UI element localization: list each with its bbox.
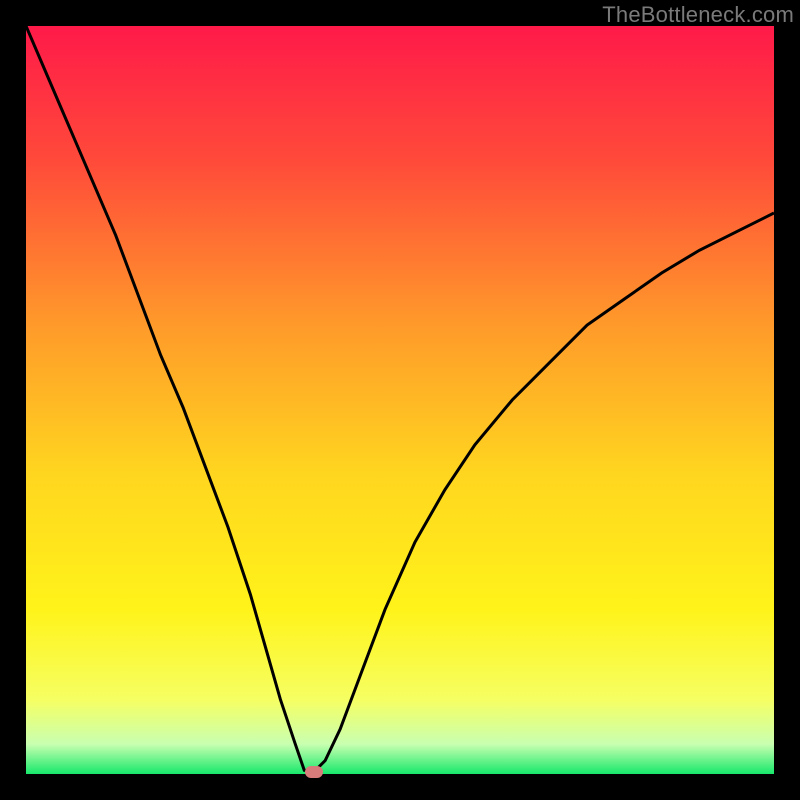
chart-frame xyxy=(26,26,774,774)
chart-background xyxy=(26,26,774,774)
optimum-marker xyxy=(305,766,323,778)
watermark-text: TheBottleneck.com xyxy=(602,2,794,28)
bottleneck-chart xyxy=(26,26,774,774)
